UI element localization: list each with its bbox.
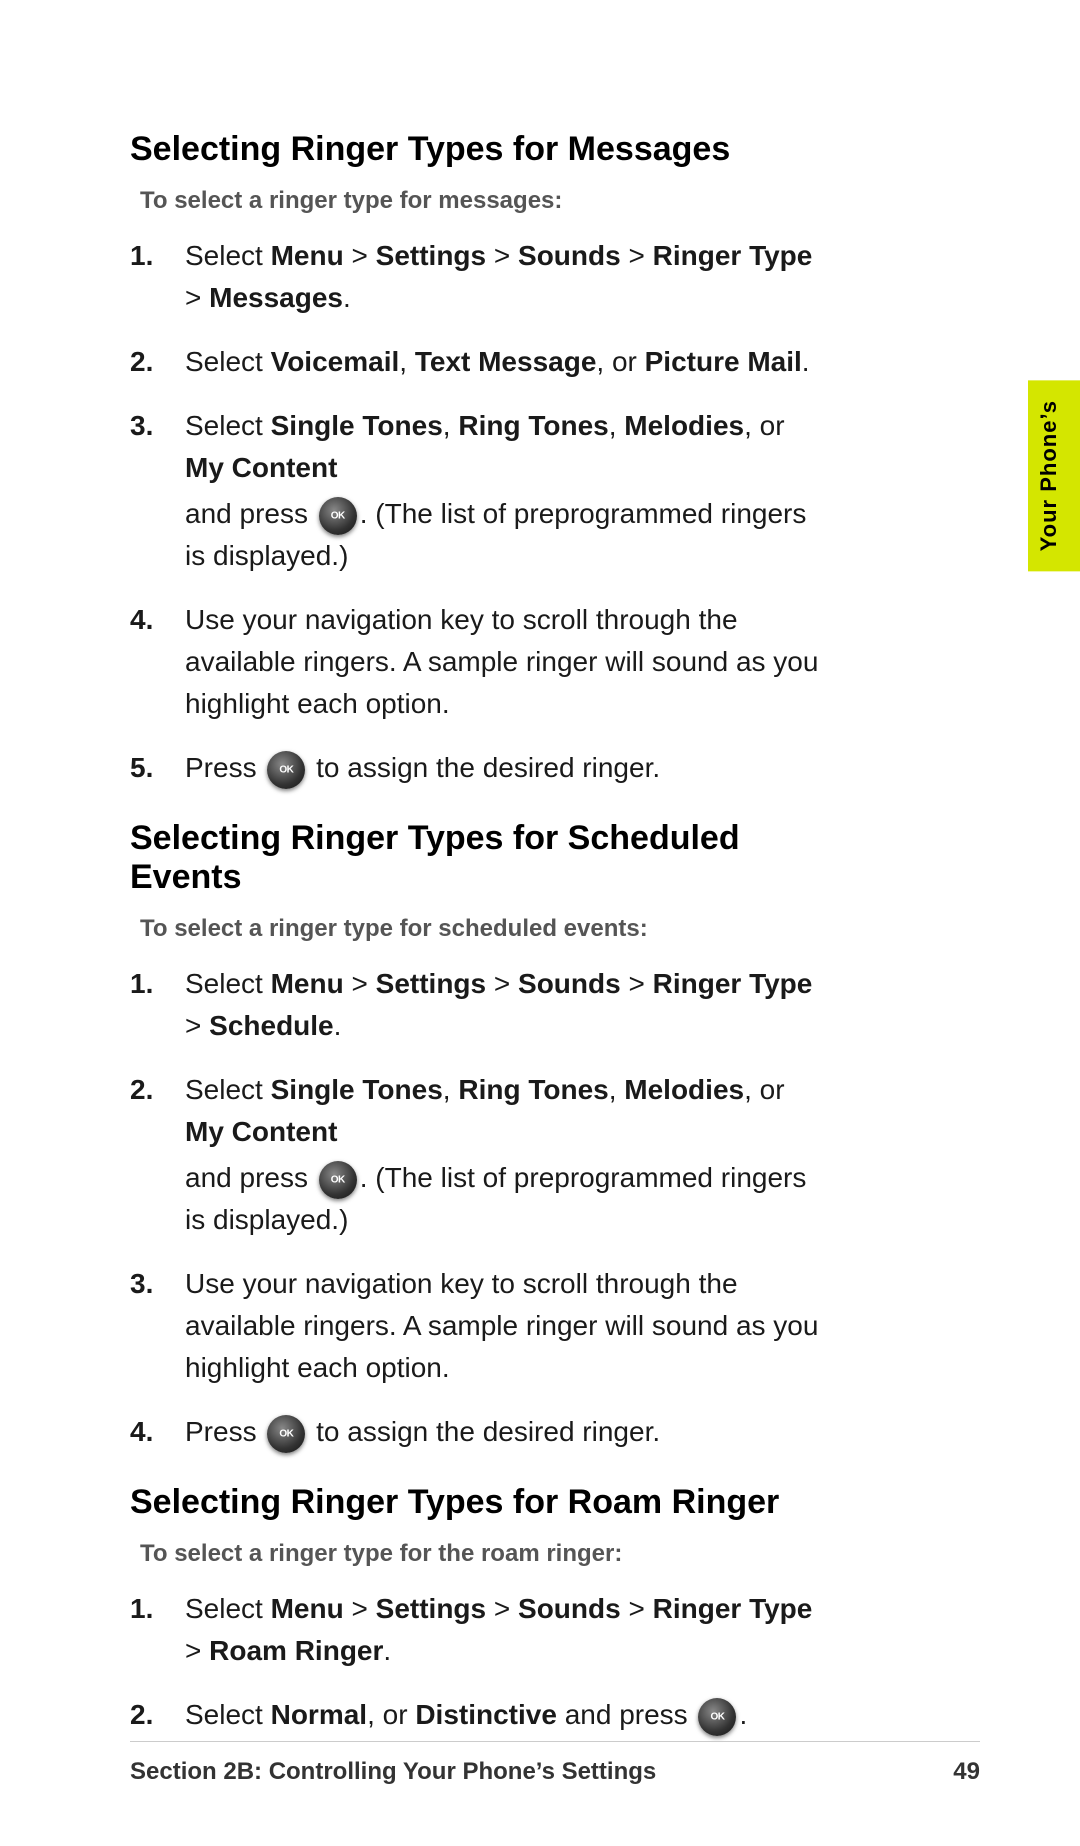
step-number: 4. [130, 1411, 185, 1453]
ok-button-icon [319, 497, 357, 535]
section-title-messages: Selecting Ringer Types for Messages [130, 130, 830, 169]
step-number: 3. [130, 405, 185, 447]
step-scheduled-2: 2. Select Single Tones, Ring Tones, Melo… [130, 1069, 830, 1241]
step-sub-line: and press . (The list of preprogrammed r… [185, 1157, 830, 1241]
ok-button-icon [267, 1415, 305, 1453]
section-title-roam: Selecting Ringer Types for Roam Ringer [130, 1483, 830, 1522]
step-number: 2. [130, 1069, 185, 1111]
step-roam-2: 2. Select Normal, or Distinctive and pre… [130, 1694, 830, 1736]
step-content: Select Normal, or Distinctive and press … [185, 1694, 830, 1736]
section-intro-messages: To select a ringer type for messages: [140, 187, 830, 215]
step-content: Select Single Tones, Ring Tones, Melodie… [185, 405, 830, 577]
step-number: 1. [130, 1588, 185, 1630]
section-intro-scheduled: To select a ringer type for scheduled ev… [140, 915, 830, 943]
step-messages-2: 2. Select Voicemail, Text Message, or Pi… [130, 341, 830, 383]
step-content: Select Menu > Settings > Sounds > Ringer… [185, 1588, 830, 1672]
side-tab: Your Phone’s [1028, 380, 1080, 571]
step-number: 4. [130, 599, 185, 641]
section-messages: Selecting Ringer Types for Messages To s… [130, 130, 830, 789]
step-sub-line: and press . (The list of preprogrammed r… [185, 493, 830, 577]
steps-list-messages: 1. Select Menu > Settings > Sounds > Rin… [130, 235, 830, 789]
footer-section-label: Section 2B: Controlling Your Phone’s Set… [130, 1758, 656, 1786]
step-number: 2. [130, 341, 185, 383]
step-scheduled-4: 4. Press to assign the desired ringer. [130, 1411, 830, 1453]
step-content: Use your navigation key to scroll throug… [185, 599, 830, 725]
step-number: 3. [130, 1263, 185, 1305]
footer-page-number: 49 [953, 1758, 980, 1786]
section-roam: Selecting Ringer Types for Roam Ringer T… [130, 1483, 830, 1736]
step-content: Select Menu > Settings > Sounds > Ringer… [185, 963, 830, 1047]
section-scheduled: Selecting Ringer Types for Scheduled Eve… [130, 819, 830, 1453]
ok-button-icon [319, 1161, 357, 1199]
step-messages-3: 3. Select Single Tones, Ring Tones, Melo… [130, 405, 830, 577]
step-content: Select Menu > Settings > Sounds > Ringer… [185, 235, 830, 319]
step-content: Select Voicemail, Text Message, or Pictu… [185, 341, 830, 383]
step-number: 5. [130, 747, 185, 789]
ok-button-icon [698, 1698, 736, 1736]
step-scheduled-3: 3. Use your navigation key to scroll thr… [130, 1263, 830, 1389]
step-content: Use your navigation key to scroll throug… [185, 1263, 830, 1389]
step-number: 2. [130, 1694, 185, 1736]
section-intro-roam: To select a ringer type for the roam rin… [140, 1540, 830, 1568]
step-content: Press to assign the desired ringer. [185, 747, 830, 789]
step-number: 1. [130, 963, 185, 1005]
step-messages-1: 1. Select Menu > Settings > Sounds > Rin… [130, 235, 830, 319]
step-messages-4: 4. Use your navigation key to scroll thr… [130, 599, 830, 725]
step-number: 1. [130, 235, 185, 277]
step-scheduled-1: 1. Select Menu > Settings > Sounds > Rin… [130, 963, 830, 1047]
step-messages-5: 5. Press to assign the desired ringer. [130, 747, 830, 789]
step-roam-1: 1. Select Menu > Settings > Sounds > Rin… [130, 1588, 830, 1672]
step-content: Press to assign the desired ringer. [185, 1411, 830, 1453]
section-title-scheduled: Selecting Ringer Types for Scheduled Eve… [130, 819, 830, 897]
page-content: Selecting Ringer Types for Messages To s… [0, 0, 960, 1846]
step-content: Select Single Tones, Ring Tones, Melodie… [185, 1069, 830, 1241]
steps-list-scheduled: 1. Select Menu > Settings > Sounds > Rin… [130, 963, 830, 1453]
ok-button-icon [267, 751, 305, 789]
steps-list-roam: 1. Select Menu > Settings > Sounds > Rin… [130, 1588, 830, 1736]
page-footer: Section 2B: Controlling Your Phone’s Set… [130, 1741, 980, 1786]
